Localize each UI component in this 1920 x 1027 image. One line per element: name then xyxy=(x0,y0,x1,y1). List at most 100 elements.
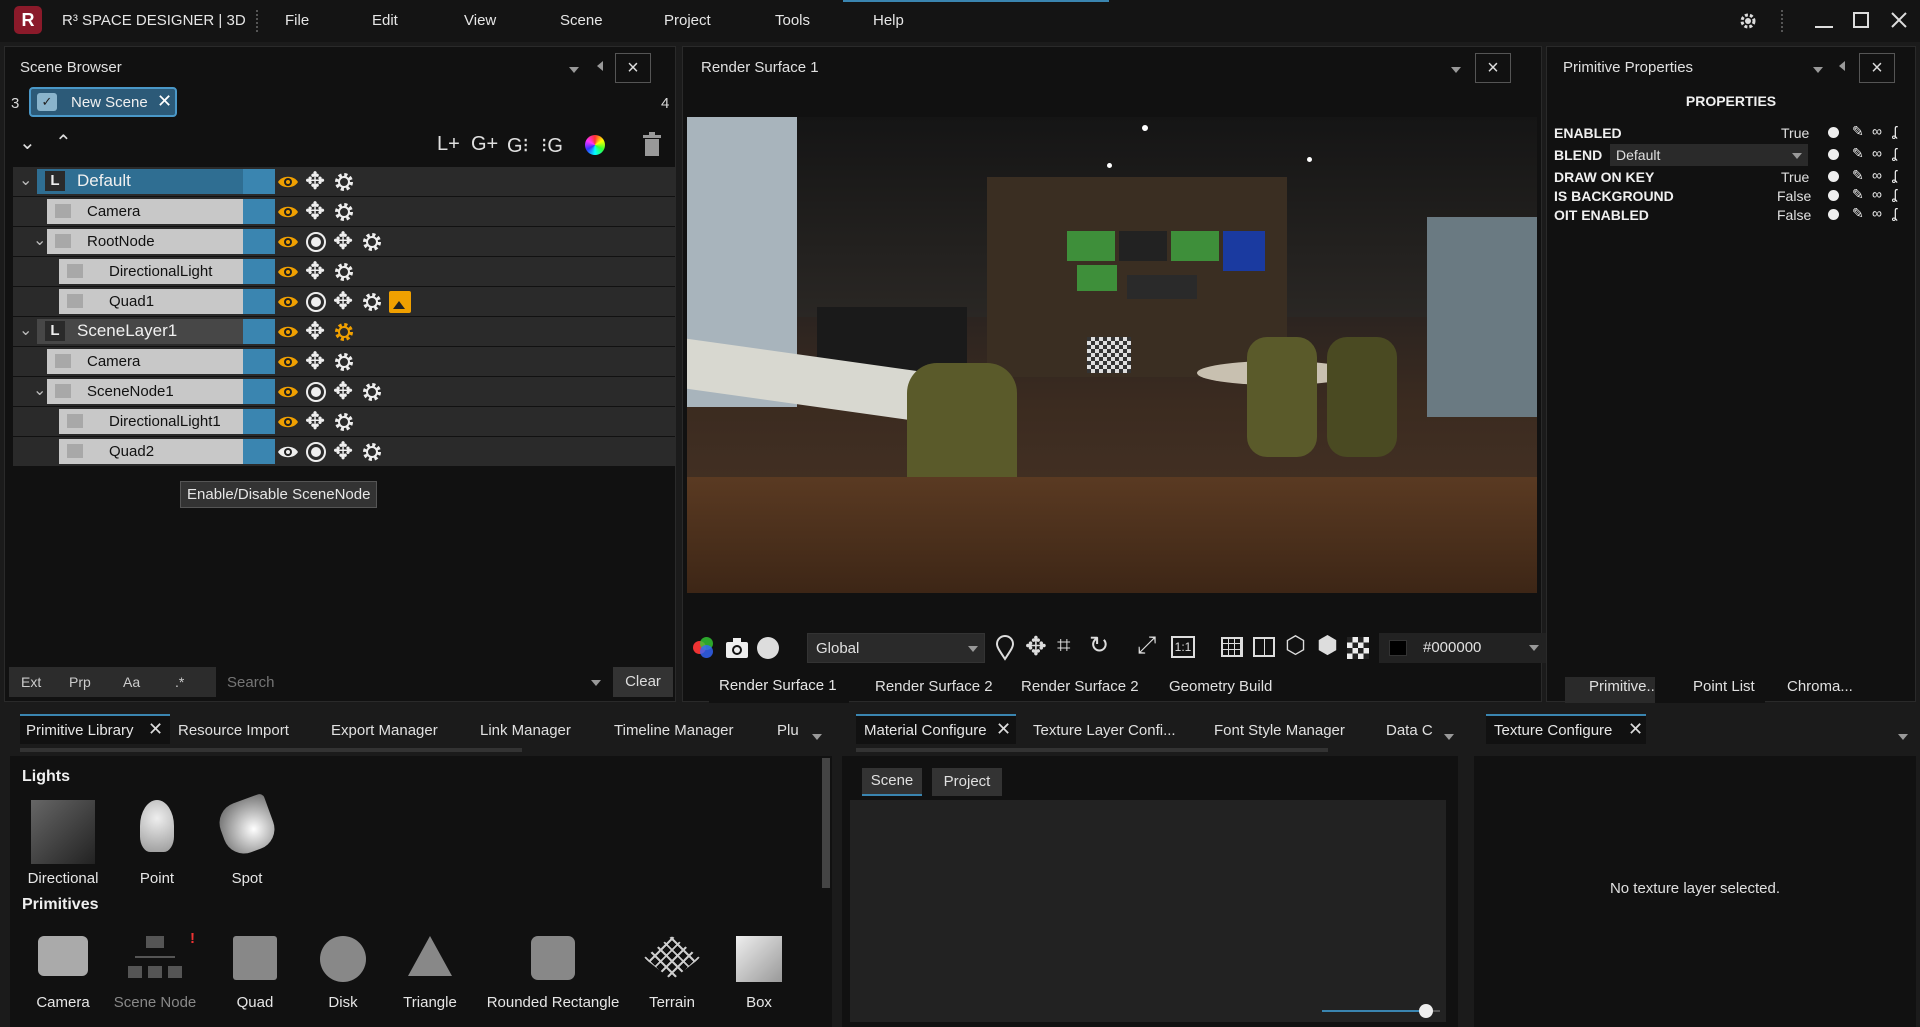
library-item-quad[interactable]: Quad xyxy=(220,936,290,1011)
library-item-point[interactable]: Point xyxy=(122,800,192,887)
prop-value-enabled[interactable]: True xyxy=(1781,125,1809,141)
tab-render-surface-1[interactable]: Render Surface 1 xyxy=(709,669,849,703)
tree-row-camera[interactable]: Camera ✥ xyxy=(13,347,675,376)
transparency-icon[interactable] xyxy=(1347,637,1369,659)
transform-move-icon[interactable]: ✥ xyxy=(305,200,327,224)
animate-icon[interactable]: ✎ xyxy=(1852,205,1864,222)
node-name-cell[interactable]: Camera xyxy=(47,349,243,374)
tab-chroma[interactable]: Chroma... xyxy=(1787,678,1853,695)
library-item-scene-node[interactable]: ! Scene Node xyxy=(110,930,200,1011)
texture-image-icon[interactable] xyxy=(389,291,411,313)
visibility-eye-icon[interactable] xyxy=(277,261,299,283)
safe-area-icon[interactable] xyxy=(1253,637,1275,657)
blend-select[interactable]: Default xyxy=(1610,144,1808,166)
settings-gear-icon[interactable] xyxy=(333,411,355,433)
space-select[interactable]: Global xyxy=(807,633,985,663)
trash-icon[interactable] xyxy=(641,131,663,157)
tab-primitive-library[interactable]: Primitive Library ✕ xyxy=(20,714,170,744)
link-icon[interactable]: ∞ xyxy=(1872,167,1882,183)
export-hook-icon[interactable]: ʆ xyxy=(1892,205,1897,221)
subtab-project[interactable]: Project xyxy=(932,768,1002,796)
node-name-cell[interactable]: L Default xyxy=(37,169,243,194)
library-item-disk[interactable]: Disk xyxy=(308,936,378,1011)
library-scrollbar[interactable] xyxy=(822,758,830,888)
bounding-box-icon[interactable]: ⬢ xyxy=(1317,633,1338,659)
rotate-tool-icon[interactable]: ↻ xyxy=(1089,633,1109,659)
library-item-triangle[interactable]: Triangle xyxy=(395,936,465,1011)
subtab-scene[interactable]: Scene xyxy=(862,768,922,796)
transform-move-icon[interactable]: ✥ xyxy=(305,350,327,374)
library-item-camera[interactable]: Camera xyxy=(28,936,98,1011)
tree-row-scenenode1[interactable]: ⌄ SceneNode1 ✥ xyxy=(13,377,675,406)
tab-plugins[interactable]: Plu xyxy=(777,722,799,739)
tab-scrollbar[interactable] xyxy=(856,748,1328,752)
add-group-button[interactable]: G+ xyxy=(471,133,498,156)
menu-project[interactable]: Project xyxy=(664,12,711,29)
close-tab-icon[interactable]: ✕ xyxy=(1628,719,1643,740)
close-panel-button[interactable]: × xyxy=(615,53,651,83)
export-hook-icon[interactable]: ʆ xyxy=(1892,186,1897,202)
transform-move-icon[interactable]: ✥ xyxy=(333,290,355,314)
tab-link-manager[interactable]: Link Manager xyxy=(480,722,571,739)
collapse-left-icon[interactable] xyxy=(597,61,603,71)
expand-all-icon[interactable]: ⌄ xyxy=(19,133,36,153)
zoom-slider-thumb[interactable] xyxy=(1418,1004,1433,1018)
enable-toggle-icon[interactable] xyxy=(305,381,327,403)
tabs-overflow-icon[interactable] xyxy=(1898,734,1908,740)
tab-export-manager[interactable]: Export Manager xyxy=(331,722,438,739)
filter-prp[interactable]: Prp xyxy=(69,674,91,690)
tree-row-camera[interactable]: Camera ✥ xyxy=(13,197,675,226)
export-hook-icon[interactable]: ʆ xyxy=(1892,167,1897,183)
node-name-cell[interactable]: Camera xyxy=(47,199,243,224)
library-item-terrain[interactable]: Terrain xyxy=(632,936,712,1011)
dropdown-icon[interactable] xyxy=(569,67,579,73)
tab-texture-layer-config[interactable]: Texture Layer Confi... xyxy=(1033,722,1176,739)
tree-row-directionallight1[interactable]: DirectionalLight1 ✥ xyxy=(13,407,675,436)
visibility-eye-icon[interactable] xyxy=(277,381,299,403)
visibility-eye-icon[interactable] xyxy=(277,441,299,463)
transform-move-icon[interactable]: ✥ xyxy=(333,380,355,404)
export-hook-icon[interactable]: ʆ xyxy=(1892,145,1897,161)
settings-gear-icon[interactable] xyxy=(333,351,355,373)
node-name-cell[interactable]: SceneNode1 xyxy=(47,379,243,404)
prop-value-is-background[interactable]: False xyxy=(1777,188,1811,204)
tab-data[interactable]: Data C xyxy=(1386,722,1433,739)
transform-move-icon[interactable]: ✥ xyxy=(305,260,327,284)
transform-move-icon[interactable]: ✥ xyxy=(305,320,327,344)
close-tab-icon[interactable]: ✕ xyxy=(996,719,1011,740)
settings-gear-icon[interactable] xyxy=(1738,11,1758,31)
settings-gear-icon[interactable] xyxy=(333,261,355,283)
tree-row-quad1[interactable]: Quad1 ✥ xyxy=(13,287,675,316)
tab-render-surface-2b[interactable]: Render Surface 2 xyxy=(1021,678,1139,695)
keyframe-dot-icon[interactable] xyxy=(1828,127,1839,138)
link-icon[interactable]: ∞ xyxy=(1872,145,1882,161)
library-item-spot[interactable]: Spot xyxy=(212,792,282,887)
enable-toggle-icon[interactable] xyxy=(305,231,327,253)
export-hook-icon[interactable]: ʆ xyxy=(1892,123,1897,139)
check-icon[interactable]: ✓ xyxy=(37,93,57,111)
dropdown-icon[interactable] xyxy=(1813,67,1823,73)
transform-move-icon[interactable]: ✥ xyxy=(333,230,355,254)
tab-material-configure[interactable]: Material Configure ✕ xyxy=(856,714,1016,744)
node-name-cell[interactable]: Quad1 xyxy=(59,289,243,314)
keyframe-dot-icon[interactable] xyxy=(1828,149,1839,160)
record-icon[interactable] xyxy=(757,637,779,659)
node-name-cell[interactable]: L SceneLayer1 xyxy=(37,319,243,344)
settings-gear-icon[interactable] xyxy=(333,321,355,343)
settings-gear-icon[interactable] xyxy=(333,171,355,193)
node-name-cell[interactable]: DirectionalLight1 xyxy=(59,409,243,434)
background-color-picker[interactable]: #000000 xyxy=(1379,633,1549,663)
close-panel-button[interactable]: × xyxy=(1475,53,1511,83)
visibility-eye-icon[interactable] xyxy=(277,171,299,193)
tree-row-default[interactable]: ⌄ L Default ✥ xyxy=(13,167,675,196)
search-dropdown-icon[interactable] xyxy=(591,680,601,686)
visibility-eye-icon[interactable] xyxy=(277,201,299,223)
keyframe-dot-icon[interactable] xyxy=(1828,171,1839,182)
tree-row-directionallight[interactable]: DirectionalLight ✥ xyxy=(13,257,675,286)
wireframe-icon[interactable]: ⬡ xyxy=(1285,633,1306,659)
render-viewport[interactable] xyxy=(687,117,1537,593)
tree-row-quad2[interactable]: Quad2 ✥ xyxy=(13,437,675,466)
animate-icon[interactable]: ✎ xyxy=(1852,123,1864,140)
search-input[interactable] xyxy=(217,667,611,697)
move-tool-icon[interactable]: ✥ xyxy=(1025,633,1047,659)
